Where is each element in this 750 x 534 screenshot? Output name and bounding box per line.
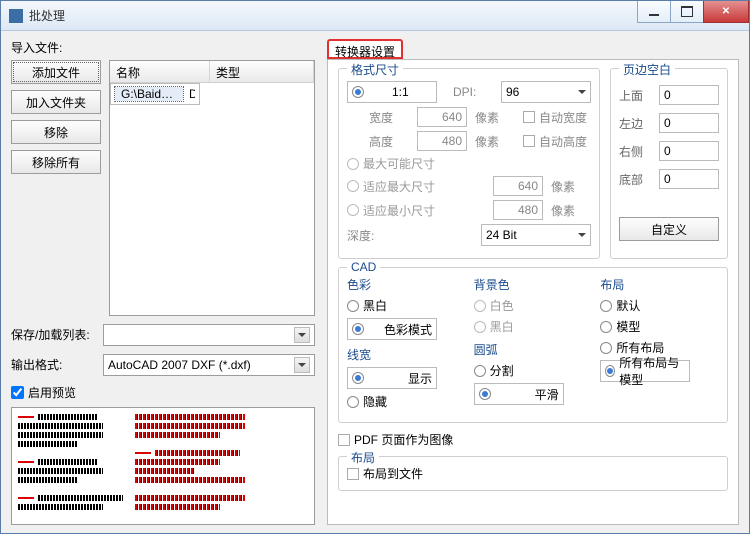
- chevron-down-icon: [578, 228, 586, 242]
- cad-group: CAD 色彩 黑白 色彩模式 线宽 显示 隐藏 背景色 白色: [338, 267, 728, 423]
- bg-legend: 背景色: [474, 276, 593, 293]
- layout-default-radio[interactable]: 默认: [600, 297, 640, 314]
- margin-top-label: 上面: [619, 87, 651, 104]
- import-files-label: 导入文件:: [11, 39, 315, 56]
- margins-legend: 页边空白: [619, 61, 675, 78]
- output-format-value: AutoCAD 2007 DXF (*.dxf): [108, 358, 251, 372]
- pdf-as-image-checkbox[interactable]: PDF 页面作为图像: [338, 431, 728, 448]
- auto-width-checkbox[interactable]: 自动宽度: [523, 109, 587, 126]
- save-load-row: 保存/加载列表:: [11, 324, 315, 346]
- arc-legend: 圆弧: [474, 341, 593, 358]
- chevron-down-icon: [578, 85, 586, 99]
- margin-bottom-label: 底部: [619, 171, 651, 188]
- layout2-legend: 布局: [347, 449, 379, 466]
- max-possible-radio[interactable]: 最大可能尺寸: [347, 155, 435, 172]
- layout-all-model-radio[interactable]: 所有布局与模型: [600, 360, 690, 382]
- bg-black-radio[interactable]: 黑白: [474, 318, 514, 335]
- fit-min-input[interactable]: 480: [493, 200, 543, 220]
- layout-legend: 布局: [600, 276, 719, 293]
- output-format-label: 输出格式:: [11, 356, 97, 373]
- save-load-combo[interactable]: [103, 324, 315, 346]
- margin-left-label: 左边: [619, 115, 651, 132]
- preview-pane: [11, 407, 315, 525]
- fit-min-radio[interactable]: 适应最小尺寸: [347, 202, 435, 219]
- margin-right-label: 右侧: [619, 143, 651, 160]
- file-name-cell: G:\BaiduNet...: [115, 87, 183, 101]
- layout-to-file-checkbox[interactable]: 布局到文件: [347, 465, 719, 482]
- margin-top-input[interactable]: 0: [659, 85, 719, 105]
- add-file-button[interactable]: 添加文件: [11, 60, 101, 84]
- enable-preview-label: 启用预览: [28, 384, 76, 401]
- fit-max-input[interactable]: 640: [493, 176, 543, 196]
- add-folder-button[interactable]: 加入文件夹: [11, 90, 101, 114]
- hide-radio[interactable]: 隐藏: [347, 393, 387, 410]
- left-panel: 导入文件: 添加文件 加入文件夹 移除 移除所有 名称 类型 G:\BaiduN…: [11, 39, 315, 525]
- format-size-group: 格式尺寸 1:1 DPI: 96 宽度 640 像素 自动宽度: [338, 68, 600, 259]
- maximize-button[interactable]: [670, 1, 704, 23]
- enable-preview-input[interactable]: [11, 386, 24, 399]
- cad-legend: CAD: [347, 260, 380, 274]
- margin-right-input[interactable]: 0: [659, 141, 719, 161]
- custom-button[interactable]: 自定义: [619, 217, 719, 241]
- minimize-button[interactable]: [637, 1, 671, 23]
- margin-left-input[interactable]: 0: [659, 113, 719, 133]
- line-legend: 线宽: [347, 346, 466, 363]
- format-size-legend: 格式尺寸: [347, 61, 403, 78]
- auto-height-checkbox[interactable]: 自动高度: [523, 133, 587, 150]
- dpi-select[interactable]: 96: [501, 81, 591, 103]
- split-radio[interactable]: 分割: [474, 362, 514, 379]
- enable-preview-checkbox[interactable]: 启用预览: [11, 384, 315, 401]
- file-list-body: G:\BaiduNet... DWG: [110, 83, 314, 315]
- tab-header: 转换器设置: [327, 39, 739, 59]
- width-label: 宽度: [369, 109, 409, 126]
- tab-converter-settings[interactable]: 转换器设置: [327, 39, 403, 59]
- depth-select[interactable]: 24 Bit: [481, 224, 591, 246]
- ratio-11-radio[interactable]: 1:1: [347, 81, 437, 103]
- dpi-label: DPI:: [453, 85, 493, 99]
- depth-label: 深度:: [347, 227, 387, 244]
- batch-window: 批处理 导入文件: 添加文件 加入文件夹 移除 移除所有 名称 类型: [0, 0, 750, 534]
- height-input[interactable]: 480: [417, 131, 467, 151]
- chevron-down-icon: [294, 327, 310, 343]
- margins-group: 页边空白 上面0 左边0 右侧0 底部0 自定义: [610, 68, 728, 259]
- file-list-header: 名称 类型: [110, 61, 314, 83]
- file-row[interactable]: G:\BaiduNet... DWG: [110, 83, 200, 105]
- output-format-row: 输出格式: AutoCAD 2007 DXF (*.dxf): [11, 354, 315, 376]
- remove-all-button[interactable]: 移除所有: [11, 150, 101, 174]
- import-buttons: 添加文件 加入文件夹 移除 移除所有: [11, 60, 101, 316]
- file-list[interactable]: 名称 类型 G:\BaiduNet... DWG: [109, 60, 315, 316]
- col-name[interactable]: 名称: [110, 61, 210, 82]
- close-button[interactable]: [703, 1, 749, 23]
- remove-button[interactable]: 移除: [11, 120, 101, 144]
- layout2-group: 布局 布局到文件: [338, 456, 728, 491]
- fit-max-radio[interactable]: 适应最大尺寸: [347, 178, 435, 195]
- layout-model-radio[interactable]: 模型: [600, 318, 640, 335]
- width-input[interactable]: 640: [417, 107, 467, 127]
- color-mode-radio[interactable]: 色彩模式: [347, 318, 437, 340]
- bg-white-radio[interactable]: 白色: [474, 297, 514, 314]
- smooth-radio[interactable]: 平滑: [474, 383, 564, 405]
- col-type[interactable]: 类型: [210, 61, 314, 82]
- margin-bottom-input[interactable]: 0: [659, 169, 719, 189]
- window-title: 批处理: [29, 7, 638, 24]
- bw-radio[interactable]: 黑白: [347, 297, 387, 314]
- save-load-label: 保存/加载列表:: [11, 326, 97, 343]
- right-panel: 转换器设置 格式尺寸 1:1 DPI: 96: [327, 39, 739, 525]
- client-area: 导入文件: 添加文件 加入文件夹 移除 移除所有 名称 类型 G:\BaiduN…: [1, 31, 749, 533]
- chevron-down-icon: [294, 357, 310, 373]
- tab-body: 格式尺寸 1:1 DPI: 96 宽度 640 像素 自动宽度: [327, 59, 739, 525]
- titlebar: 批处理: [1, 1, 749, 31]
- file-type-cell: DWG: [183, 87, 195, 101]
- show-radio[interactable]: 显示: [347, 367, 437, 389]
- color-legend: 色彩: [347, 276, 466, 293]
- height-label: 高度: [369, 133, 409, 150]
- app-icon: [9, 9, 23, 23]
- output-format-combo[interactable]: AutoCAD 2007 DXF (*.dxf): [103, 354, 315, 376]
- window-buttons: [638, 1, 749, 30]
